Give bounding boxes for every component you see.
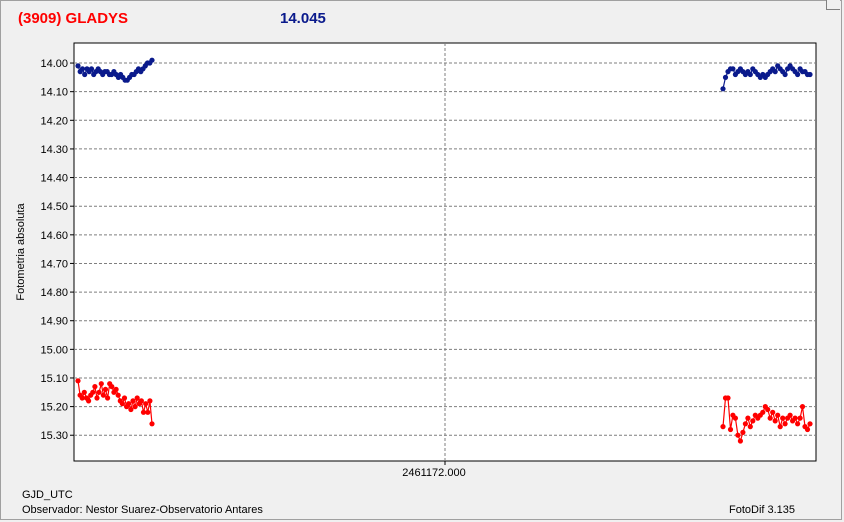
red-data-point [75, 378, 81, 384]
blue-data-point [720, 86, 726, 92]
red-data-point [735, 432, 741, 438]
y-tick-label: 14.50 [40, 201, 68, 213]
red-data-point [797, 415, 803, 421]
red-data-point [807, 421, 813, 427]
red-data-point [90, 389, 96, 395]
red-data-point [795, 421, 801, 427]
blue-data-point [722, 74, 729, 80]
red-data-point [98, 381, 104, 387]
blue-data-point [79, 66, 86, 72]
blue-data-point [807, 71, 813, 78]
blue-data-point [149, 57, 155, 63]
y-axis-label: Fotometria absoluta [15, 203, 27, 301]
red-data-point [780, 415, 786, 421]
red-data-point [765, 406, 771, 413]
red-data-point [81, 389, 87, 395]
red-data-point [745, 415, 751, 421]
blue-data-point [88, 66, 95, 72]
red-data-point [147, 398, 153, 404]
y-tick-label: 14.00 [40, 58, 68, 70]
red-data-point [105, 395, 111, 401]
blue-data-point [82, 71, 88, 78]
y-tick-label: 14.60 [40, 230, 68, 242]
red-data-point [742, 421, 749, 427]
red-data-point [126, 401, 132, 407]
red-data-point [772, 418, 778, 424]
red-data-point [130, 398, 136, 404]
x-center-tick-label: 2461172.000 [402, 467, 465, 479]
y-tick-label: 14.40 [40, 173, 68, 185]
red-data-point [760, 409, 766, 415]
red-data-point [128, 406, 134, 413]
red-data-point [737, 438, 744, 444]
red-data-point [145, 409, 151, 415]
red-data-point [113, 386, 119, 392]
red-data-point [792, 415, 798, 421]
red-data-point [767, 415, 773, 421]
red-data-point [804, 426, 811, 433]
red-data-point [134, 395, 140, 401]
red-data-point [109, 384, 115, 390]
y-tick-label: 14.20 [40, 115, 68, 127]
red-data-point [92, 384, 98, 390]
red-data-point [787, 412, 793, 418]
red-data-point [732, 415, 739, 421]
red-data-point [132, 404, 138, 410]
red-data-point [770, 409, 776, 415]
light-curve-chart: 14.00 14.10 14.20 14.30 14.40 14.50 14.60 14.70… [15, 42, 817, 479]
y-tick-label: 14.10 [40, 87, 68, 99]
y-tick-label: 14.90 [40, 316, 68, 328]
blue-data-point [730, 66, 736, 72]
red-data-point [86, 398, 92, 404]
red-data-point [138, 398, 144, 404]
red-data-point [747, 424, 753, 430]
red-data-point [94, 395, 100, 401]
red-data-point [121, 395, 128, 401]
red-data-point [720, 424, 726, 430]
red-data-point [740, 429, 746, 435]
red-data-point [799, 404, 806, 410]
y-tick-label: 14.30 [40, 144, 68, 156]
red-data-point [782, 421, 788, 427]
red-data-point [777, 424, 783, 430]
blue-data-point [747, 71, 753, 78]
x-axis-name: GJD_UTC [22, 489, 73, 501]
blue-data-point [782, 71, 788, 78]
y-tick-label: 15.10 [40, 373, 68, 385]
red-data-point [775, 412, 781, 418]
y-tick-label: 15.00 [40, 344, 68, 356]
red-data-point [115, 392, 121, 398]
blue-data-point [75, 63, 81, 69]
blue-data-point [795, 71, 801, 78]
y-tick-label: 15.20 [40, 402, 68, 414]
software-version: FotoDif 3.135 [729, 504, 796, 516]
y-tick-label: 15.30 [40, 430, 68, 442]
observer-credit: Observador: Nestor Suarez-Observatorio A… [22, 504, 263, 516]
red-data-point [750, 418, 756, 424]
red-data-point [96, 389, 102, 395]
red-data-point [725, 395, 731, 401]
y-tick-label: 14.80 [40, 287, 68, 299]
red-data-point [119, 401, 125, 407]
y-tick-label: 14.70 [40, 258, 68, 270]
blue-data-point [772, 69, 778, 75]
red-data-point [102, 386, 109, 392]
red-data-point [727, 426, 734, 433]
red-data-point [149, 421, 155, 427]
